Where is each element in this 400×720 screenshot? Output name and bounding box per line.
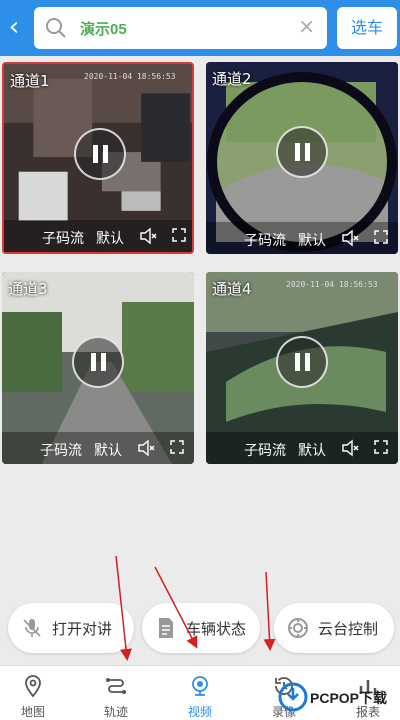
fullscreen-icon[interactable] [170,440,184,454]
fullscreen-icon[interactable] [374,440,388,454]
substream-button[interactable]: 子码流 [42,228,84,248]
mute-icon[interactable] [136,438,156,458]
video-tile-1[interactable]: 通道1 2020-11-04 18:56:53 子码流 默认 [2,62,194,254]
default-button[interactable]: 默认 [298,440,326,460]
camera-icon [192,676,208,696]
vehicle-status-button[interactable]: 车辆状态 [142,603,260,653]
tile-controls: 子码流 默认 [206,432,398,464]
video-tile-4[interactable]: 通道4 2020-11-04 18:56:53 子码流 默认 [206,272,398,464]
pause-icon[interactable] [276,126,328,178]
ptz-control-label: 云台控制 [318,620,379,638]
clear-icon[interactable]: × [298,14,315,38]
select-vehicle-button[interactable]: 选车 [337,7,397,49]
timestamp: 2020-11-04 18:56:53 [82,280,174,289]
video-tile-3[interactable]: 通道3 2020-11-04 18:56:53 子码流 默认 [2,272,194,464]
nav-label: 视频 [187,705,212,719]
nav-label: 地图 [20,705,45,719]
video-tile-2[interactable]: 通道2 子码流 默认 [206,62,398,254]
watermark: PCPOP下载 [278,680,400,720]
default-button[interactable]: 默认 [298,230,326,250]
timestamp: 2020-11-04 18:56:53 [84,72,176,81]
top-bar: ‹ 演示05 × 选车 [0,0,400,56]
intercom-button[interactable]: 打开对讲 [8,603,134,653]
document-icon [159,618,173,638]
substream-button[interactable]: 子码流 [244,230,286,250]
pause-icon[interactable] [72,336,124,388]
pcpop-logo-icon [278,682,308,712]
ptz-control-button[interactable]: 云台控制 [274,603,394,653]
search-box[interactable]: 演示05 × [34,7,327,49]
ptz-icon [288,618,308,638]
nav-item-map[interactable]: 地图 [3,666,63,720]
intercom-label: 打开对讲 [52,620,113,638]
mute-icon[interactable] [138,226,158,246]
default-button[interactable]: 默认 [94,440,122,460]
tile-controls: 子码流 默认 [206,222,398,254]
fullscreen-icon[interactable] [374,230,388,244]
channel-label: 通道2 [212,70,252,88]
mute-icon[interactable] [340,438,360,458]
substream-button[interactable]: 子码流 [40,440,82,460]
back-arrow-icon[interactable]: ‹ [4,14,24,42]
fullscreen-icon[interactable] [172,228,186,242]
pause-icon[interactable] [74,128,126,180]
substream-button[interactable]: 子码流 [244,440,286,460]
vehicle-status-label: 车辆状态 [186,620,247,638]
channel-label: 通道3 [8,280,48,298]
nav-item-track[interactable]: 轨迹 [86,666,146,720]
search-icon [46,18,66,38]
default-button[interactable]: 默认 [96,228,124,248]
map-pin-icon [25,675,41,698]
route-icon [106,678,126,694]
watermark-text: PCPOP下载 [310,690,388,706]
channel-label: 通道1 [10,72,50,90]
tile-controls: 子码流 默认 [2,432,194,464]
mute-icon[interactable] [340,228,360,248]
nav-label: 轨迹 [103,705,128,719]
tile-controls: 子码流 默认 [4,220,192,252]
timestamp: 2020-11-04 18:56:53 [286,280,378,289]
channel-label: 通道4 [212,280,252,298]
search-input-value[interactable]: 演示05 [80,18,127,39]
nav-item-video[interactable]: 视频 [170,666,230,720]
microphone-muted-icon [23,619,41,637]
pause-icon[interactable] [276,336,328,388]
